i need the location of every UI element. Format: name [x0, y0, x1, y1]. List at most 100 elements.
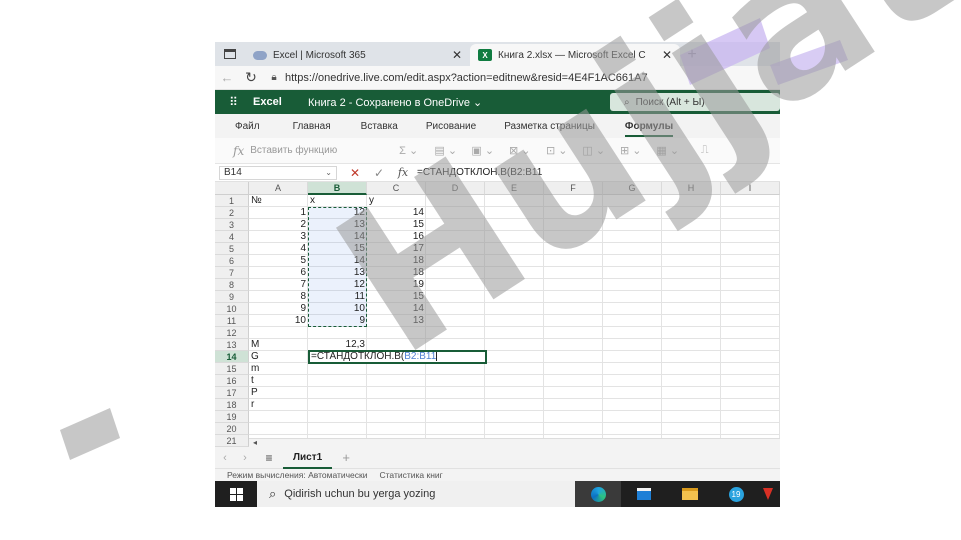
taskbar-search[interactable]: ⌕ Qidirish uchun bu yerga yozing	[257, 481, 575, 507]
row-header-16[interactable]: 16	[215, 375, 249, 387]
row-header-3[interactable]: 3	[215, 219, 249, 231]
insert-function-button[interactable]: Вставить функцию	[250, 145, 390, 156]
cell-b4[interactable]: 14	[308, 231, 367, 243]
column-header-f[interactable]: F	[544, 182, 603, 195]
recent-functions-icon[interactable]: ▤ ⌄	[427, 144, 464, 157]
cell-b5[interactable]: 15	[308, 243, 367, 255]
cell-b6[interactable]: 14	[308, 255, 367, 267]
row-header-8[interactable]: 8	[215, 279, 249, 291]
cell-c7[interactable]: 18	[367, 267, 426, 279]
cell-c1[interactable]: y	[367, 195, 426, 207]
tab-file[interactable]: Файл	[235, 121, 260, 132]
cell-b1[interactable]: x	[308, 195, 367, 207]
close-icon[interactable]: ✕	[452, 48, 462, 62]
column-header-b[interactable]: B	[308, 182, 367, 195]
row-header-13[interactable]: 13	[215, 339, 249, 351]
workbook-stats[interactable]: Статистика книг	[380, 470, 443, 480]
new-tab-button[interactable]: +	[680, 44, 704, 66]
add-sheet-button[interactable]: +	[332, 450, 360, 465]
lookup-icon[interactable]: ⊞ ⌄	[612, 144, 649, 157]
row-header-18[interactable]: 18	[215, 399, 249, 411]
fx-icon[interactable]: fx	[233, 144, 244, 158]
tab-draw[interactable]: Рисование	[426, 121, 476, 132]
select-all-corner[interactable]	[215, 182, 249, 195]
date-time-icon[interactable]: ◫ ⌄	[575, 144, 612, 157]
cell-c5[interactable]: 17	[367, 243, 426, 255]
cell-b7[interactable]: 13	[308, 267, 367, 279]
cell-c9[interactable]: 15	[367, 291, 426, 303]
name-box[interactable]: B14 ⌄	[219, 165, 337, 180]
cell-a10[interactable]: 9	[249, 303, 308, 315]
cell-a13[interactable]: M	[249, 339, 308, 351]
taskbar-telegram[interactable]: 19	[713, 481, 759, 507]
more-functions-icon[interactable]: ⎍	[686, 144, 723, 157]
start-button[interactable]	[215, 487, 257, 501]
cell-b11[interactable]: 9	[308, 315, 367, 327]
cell-c3[interactable]: 15	[367, 219, 426, 231]
cell-c8[interactable]: 19	[367, 279, 426, 291]
app-launcher-icon[interactable]: ⠿	[215, 95, 253, 109]
cell-a8[interactable]: 7	[249, 279, 308, 291]
scroll-left-icon[interactable]: ◂	[253, 438, 257, 447]
cancel-icon[interactable]: ✕	[343, 166, 367, 180]
taskbar-app[interactable]	[759, 481, 777, 507]
all-sheets-icon[interactable]: ≡	[255, 451, 283, 465]
cell-a18[interactable]: r	[249, 399, 308, 411]
cell-a9[interactable]: 8	[249, 291, 308, 303]
row-header-4[interactable]: 4	[215, 231, 249, 243]
spreadsheet-grid[interactable]: A B C D E F G H I 1 2 3 4 5 6 7 8 9 10 11 12 13 14 15 16 17 18 19 20…	[215, 182, 780, 447]
tab-insert[interactable]: Вставка	[361, 121, 398, 132]
close-icon[interactable]: ✕	[662, 48, 672, 62]
column-header-c[interactable]: C	[367, 182, 426, 195]
cell-a7[interactable]: 6	[249, 267, 308, 279]
browser-tab-excel-365[interactable]: Excel | Microsoft 365 ✕	[245, 44, 470, 66]
prev-sheet-icon[interactable]: ‹	[215, 452, 235, 464]
cell-a2[interactable]: 1	[249, 207, 308, 219]
row-header-11[interactable]: 11	[215, 315, 249, 327]
text-functions-icon[interactable]: ⊡ ⌄	[538, 144, 575, 157]
row-header-9[interactable]: 9	[215, 291, 249, 303]
cell-a1[interactable]: №	[249, 195, 308, 207]
row-header-10[interactable]: 10	[215, 303, 249, 315]
cell-c10[interactable]: 14	[367, 303, 426, 315]
column-header-h[interactable]: H	[662, 182, 721, 195]
cell-b9[interactable]: 11	[308, 291, 367, 303]
back-arrow-icon[interactable]: ←	[215, 70, 239, 85]
cell-b10[interactable]: 10	[308, 303, 367, 315]
check-icon[interactable]: ✓	[367, 166, 391, 180]
cell-a16[interactable]: t	[249, 375, 308, 387]
taskbar-explorer[interactable]	[667, 481, 713, 507]
cell-c6[interactable]: 18	[367, 255, 426, 267]
math-icon[interactable]: ▦ ⌄	[649, 144, 686, 157]
row-header-21[interactable]: 21	[215, 435, 249, 447]
row-header-14[interactable]: 14	[215, 351, 249, 363]
row-header-15[interactable]: 15	[215, 363, 249, 375]
search-box[interactable]: ⌕ Поиск (Alt + Ы)	[610, 93, 780, 111]
column-header-i[interactable]: I	[721, 182, 780, 195]
cell-b8[interactable]: 12	[308, 279, 367, 291]
column-header-a[interactable]: A	[249, 182, 308, 195]
tab-formulas[interactable]: Формулы	[624, 121, 674, 137]
tab-home[interactable]: Главная	[293, 121, 331, 132]
next-sheet-icon[interactable]: ›	[235, 452, 255, 464]
row-header-1[interactable]: 1	[215, 195, 249, 207]
row-header-7[interactable]: 7	[215, 267, 249, 279]
row-header-6[interactable]: 6	[215, 255, 249, 267]
row-header-2[interactable]: 2	[215, 207, 249, 219]
row-header-17[interactable]: 17	[215, 387, 249, 399]
cell-c4[interactable]: 16	[367, 231, 426, 243]
column-header-d[interactable]: D	[426, 182, 485, 195]
logical-icon[interactable]: ⊠ ⌄	[501, 144, 538, 157]
row-header-5[interactable]: 5	[215, 243, 249, 255]
reload-icon[interactable]: ↻	[239, 69, 263, 86]
sheet-tab[interactable]: Лист1	[283, 447, 333, 469]
taskbar-edge[interactable]	[575, 481, 621, 507]
fx-icon[interactable]: fx	[391, 166, 415, 179]
url-field[interactable]: https://onedrive.live.com/edit.aspx?acti…	[285, 72, 648, 84]
cell-c2[interactable]: 14	[367, 207, 426, 219]
cell-a5[interactable]: 4	[249, 243, 308, 255]
cell-a17[interactable]: P	[249, 387, 308, 399]
cell-a14[interactable]: G	[249, 351, 308, 363]
tab-page-layout[interactable]: Разметка страницы	[504, 121, 595, 132]
row-header-20[interactable]: 20	[215, 423, 249, 435]
